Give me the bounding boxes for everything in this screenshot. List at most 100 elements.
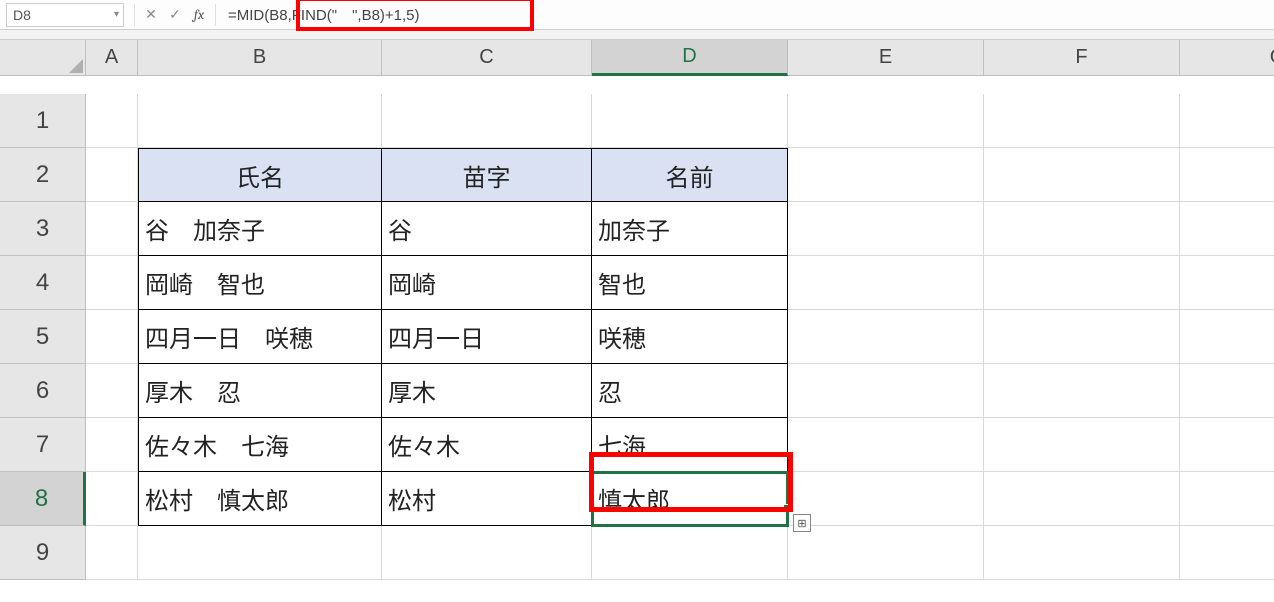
formula-input[interactable]: =MID(B8,FIND(" ",B8)+1,5): [220, 4, 1274, 25]
cell-F7[interactable]: [984, 418, 1180, 472]
cell-B4[interactable]: 岡崎 智也: [138, 256, 382, 310]
name-box-dropdown-icon[interactable]: ▾: [114, 9, 119, 20]
cell-D9[interactable]: [592, 526, 788, 580]
cell-E1[interactable]: [788, 94, 984, 148]
col-header-E[interactable]: E: [788, 40, 984, 76]
cell-G8[interactable]: [1180, 472, 1274, 526]
cell-F8[interactable]: [984, 472, 1180, 526]
row-header-1[interactable]: 1: [0, 94, 86, 148]
cell-A8[interactable]: [86, 472, 138, 526]
cell-B6[interactable]: 厚木 忍: [138, 364, 382, 418]
cell-A2[interactable]: [86, 148, 138, 202]
cell-G3[interactable]: [1180, 202, 1274, 256]
row-header-7[interactable]: 7: [0, 418, 86, 472]
cell-A6[interactable]: [86, 364, 138, 418]
cell-value: 名前: [666, 158, 714, 193]
cell-A9[interactable]: [86, 526, 138, 580]
cell-D1[interactable]: [592, 94, 788, 148]
col-header-F[interactable]: F: [984, 40, 1180, 76]
cell-value: 忍: [598, 373, 622, 408]
cell-B1[interactable]: [138, 94, 382, 148]
cell-E9[interactable]: [788, 526, 984, 580]
cell-B2[interactable]: 氏名: [138, 148, 382, 202]
cell-A7[interactable]: [86, 418, 138, 472]
cell-G5[interactable]: [1180, 310, 1274, 364]
cell-F4[interactable]: [984, 256, 1180, 310]
row-header-5[interactable]: 5: [0, 310, 86, 364]
cell-E2[interactable]: [788, 148, 984, 202]
cell-E4[interactable]: [788, 256, 984, 310]
cell-C5[interactable]: 四月一日: [382, 310, 592, 364]
cell-D8[interactable]: 慎太郎: [592, 472, 788, 526]
cell-E5[interactable]: [788, 310, 984, 364]
check-icon: ✓: [169, 6, 181, 23]
fill-handle[interactable]: [783, 504, 791, 512]
cell-B3[interactable]: 谷 加奈子: [138, 202, 382, 256]
cell-C6[interactable]: 厚木: [382, 364, 592, 418]
cell-A4[interactable]: [86, 256, 138, 310]
cell-G2[interactable]: [1180, 148, 1274, 202]
cell-G4[interactable]: [1180, 256, 1274, 310]
row-header-4[interactable]: 4: [0, 256, 86, 310]
row-header-3[interactable]: 3: [0, 202, 86, 256]
cell-value: 四月一日: [388, 319, 484, 354]
select-all-corner[interactable]: [0, 40, 86, 76]
cell-D5[interactable]: 咲穂: [592, 310, 788, 364]
cell-C4[interactable]: 岡崎: [382, 256, 592, 310]
cell-G1[interactable]: [1180, 94, 1274, 148]
spacer: [0, 30, 1274, 40]
cell-A5[interactable]: [86, 310, 138, 364]
cell-value: 咲穂: [598, 319, 646, 354]
enter-formula-button[interactable]: ✓: [163, 3, 187, 27]
row-header-2[interactable]: 2: [0, 148, 86, 202]
cell-G7[interactable]: [1180, 418, 1274, 472]
cell-B7[interactable]: 佐々木 七海: [138, 418, 382, 472]
insert-function-button[interactable]: fx: [187, 3, 211, 27]
cell-F2[interactable]: [984, 148, 1180, 202]
cell-E7[interactable]: [788, 418, 984, 472]
cell-C7[interactable]: 佐々木: [382, 418, 592, 472]
cell-A1[interactable]: [86, 94, 138, 148]
cell-E8[interactable]: [788, 472, 984, 526]
cell-G9[interactable]: [1180, 526, 1274, 580]
cell-F9[interactable]: [984, 526, 1180, 580]
cell-value: 七海: [598, 427, 646, 462]
cell-F3[interactable]: [984, 202, 1180, 256]
cell-F5[interactable]: [984, 310, 1180, 364]
cell-D6[interactable]: 忍: [592, 364, 788, 418]
cell-G6[interactable]: [1180, 364, 1274, 418]
cell-D2[interactable]: 名前: [592, 148, 788, 202]
cell-D3[interactable]: 加奈子: [592, 202, 788, 256]
cell-F1[interactable]: [984, 94, 1180, 148]
cell-C3[interactable]: 谷: [382, 202, 592, 256]
col-header-B[interactable]: B: [138, 40, 382, 76]
cell-E6[interactable]: [788, 364, 984, 418]
col-header-G[interactable]: G: [1180, 40, 1274, 76]
cell-value: 松村: [388, 481, 436, 516]
cell-D7[interactable]: 七海: [592, 418, 788, 472]
cell-C9[interactable]: [382, 526, 592, 580]
spreadsheet-grid[interactable]: A B C D E F G 1 2 氏名 苗字 名前 3 谷 加奈子 谷 加奈子…: [0, 40, 1274, 580]
cell-value: 佐々木 七海: [145, 427, 289, 462]
cancel-formula-button[interactable]: ✕: [139, 3, 163, 27]
row-header-6[interactable]: 6: [0, 364, 86, 418]
name-box[interactable]: D8 ▾: [6, 3, 124, 27]
cell-C8[interactable]: 松村: [382, 472, 592, 526]
cell-C1[interactable]: [382, 94, 592, 148]
cell-value: 厚木 忍: [145, 373, 241, 408]
row-header-9[interactable]: 9: [0, 526, 86, 580]
col-header-C[interactable]: C: [382, 40, 592, 76]
cell-value: 岡崎 智也: [145, 265, 265, 300]
cell-B9[interactable]: [138, 526, 382, 580]
col-header-A[interactable]: A: [86, 40, 138, 76]
cell-A3[interactable]: [86, 202, 138, 256]
cell-E3[interactable]: [788, 202, 984, 256]
cell-D4[interactable]: 智也: [592, 256, 788, 310]
cell-B5[interactable]: 四月一日 咲穂: [138, 310, 382, 364]
autofill-options-icon[interactable]: ⊞: [793, 514, 811, 532]
cell-C2[interactable]: 苗字: [382, 148, 592, 202]
col-header-D[interactable]: D: [592, 40, 788, 76]
row-header-8[interactable]: 8: [0, 472, 86, 526]
cell-F6[interactable]: [984, 364, 1180, 418]
cell-B8[interactable]: 松村 慎太郎: [138, 472, 382, 526]
